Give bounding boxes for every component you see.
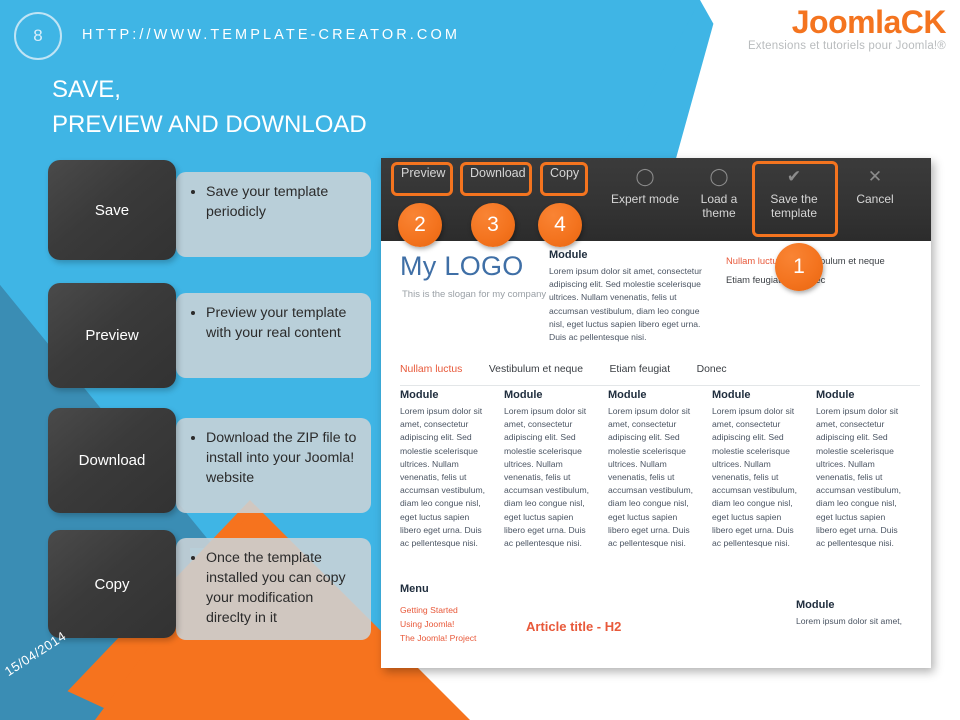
top-nav-item-2[interactable]: Etiam feugiat [726, 271, 781, 289]
module-column: Module Lorem ipsum dolor sit amet, conse… [712, 389, 804, 550]
step-preview-box[interactable]: Preview [48, 283, 176, 388]
page-number-badge: 8 [14, 12, 62, 60]
module-title: Module [400, 389, 439, 401]
callout-badge-number: 1 [793, 255, 805, 278]
module-column: Module Lorem ipsum dolor sit amet, conse… [504, 389, 596, 550]
close-icon: ✕ [867, 167, 883, 186]
module-body: Lorem ipsum dolor sit amet, consectetur … [549, 266, 702, 343]
module-title: Module [504, 389, 543, 401]
menu-link-0[interactable]: Getting Started [400, 603, 520, 617]
highlight-save-template [752, 161, 838, 237]
module-title: Module [712, 389, 751, 401]
step-save-note: Save your template periodicly [176, 172, 371, 257]
template-preview: My LOGO This is the slogan for my compan… [381, 241, 931, 668]
menu-link-1[interactable]: Using Joomla! [400, 617, 520, 631]
toolbar-item-label: Expert mode [610, 192, 680, 206]
toolbar-expert-mode-button[interactable]: ◯ Expert mode [609, 164, 681, 206]
main-nav-item-1[interactable]: Vestibulum et neque [489, 361, 583, 379]
module-body: Lorem ipsum dolor sit amet, [796, 616, 903, 626]
step-label: Save [94, 201, 130, 219]
template-slogan: This is the slogan for my company [402, 289, 547, 300]
step-label: Download [78, 452, 146, 469]
highlight-download [460, 162, 532, 196]
callout-badge-4: 4 [538, 203, 582, 247]
step-note-text: Preview your template with your real con… [206, 303, 359, 343]
app-toolbar: Preview Download Copy ◯ Expert mode ◯ Lo… [381, 158, 931, 241]
template-logo: My LOGO [400, 251, 524, 281]
main-nav-item-0[interactable]: Nullam luctus [400, 361, 462, 379]
top-nav-item-0[interactable]: Nullam luctus [726, 252, 782, 270]
slide-root: 8 HTTP://WWW.TEMPLATE-CREATOR.COM SAVE, … [0, 0, 960, 720]
page-title-line1: SAVE, [52, 76, 121, 103]
brand-logo-text: JoomlaCK [791, 4, 947, 40]
step-save-box[interactable]: Save [48, 160, 176, 260]
step-preview-note: Preview your template with your real con… [176, 293, 371, 378]
module-title: Module [549, 249, 588, 261]
toolbar-load-theme-button[interactable]: ◯ Load a theme [683, 164, 755, 220]
module-title: Module [796, 599, 835, 611]
module-body: Lorem ipsum dolor sit amet, consectetur … [712, 406, 798, 549]
main-nav-item-3[interactable]: Donec [697, 361, 727, 379]
template-module-columns: Module Lorem ipsum dolor sit amet, conse… [400, 389, 920, 550]
template-top-module: Module Lorem ipsum dolor sit amet, conse… [549, 249, 714, 344]
brand-logo-tagline: Extensions et tutoriels pour Joomla!® [747, 40, 946, 52]
site-url: HTTP://WWW.TEMPLATE-CREATOR.COM [82, 27, 461, 43]
module-body: Lorem ipsum dolor sit amet, consectetur … [504, 406, 590, 549]
module-column: Module Lorem ipsum dolor sit amet, conse… [400, 389, 492, 550]
step-download-box[interactable]: Download [48, 408, 176, 513]
step-copy-box[interactable]: Copy [48, 530, 176, 638]
toolbar-item-label: Cancel [856, 192, 894, 206]
menu-heading: Menu [400, 583, 429, 595]
step-download-note: Download the ZIP file to install into yo… [176, 418, 371, 513]
main-nav-item-2[interactable]: Etiam feugiat [609, 361, 670, 379]
template-menu-module: Menu Getting Started Using Joomla! The J… [400, 583, 520, 645]
step-copy-note: Once the template installed you can copy… [176, 538, 371, 640]
template-bottom-module: Module Lorem ipsum dolor sit amet, [796, 599, 916, 628]
module-body: Lorem ipsum dolor sit amet, consectetur … [816, 406, 902, 549]
module-title: Module [816, 389, 855, 401]
step-note-text: Download the ZIP file to install into yo… [206, 428, 359, 488]
step-note-text: Once the template installed you can copy… [206, 548, 359, 628]
callout-badge-2: 2 [398, 203, 442, 247]
toolbar-cancel-button[interactable]: ✕ Cancel [839, 164, 911, 206]
module-column: Module Lorem ipsum dolor sit amet, conse… [816, 389, 908, 550]
template-article-title: Article title - H2 [526, 619, 622, 634]
callout-badge-number: 2 [414, 213, 426, 236]
step-note-text: Save your template periodicly [206, 182, 359, 222]
module-column: Module Lorem ipsum dolor sit amet, conse… [608, 389, 700, 550]
step-label: Preview [85, 327, 139, 344]
circle-icon: ◯ [709, 167, 729, 186]
menu-link-2[interactable]: The Joomla! Project [400, 631, 520, 645]
circle-icon: ◯ [635, 167, 655, 186]
highlight-copy [540, 162, 588, 196]
page-title-line2: PREVIEW AND DOWNLOAD [52, 111, 367, 138]
step-label: Copy [94, 575, 130, 593]
module-body: Lorem ipsum dolor sit amet, consectetur … [608, 406, 694, 549]
callout-badge-1: 1 [775, 243, 823, 291]
brand-logo: JoomlaCK Extensions et tutoriels pour Jo… [696, 4, 947, 53]
page-title: SAVE, PREVIEW AND DOWNLOAD [52, 72, 367, 142]
callout-badge-3: 3 [471, 203, 515, 247]
app-screenshot: Preview Download Copy ◯ Expert mode ◯ Lo… [381, 158, 931, 668]
callout-badge-number: 4 [554, 213, 566, 236]
callout-badge-number: 3 [487, 213, 499, 236]
module-body: Lorem ipsum dolor sit amet, consectetur … [400, 406, 486, 549]
highlight-preview [391, 162, 453, 196]
template-main-nav: Nullam luctus Vestibulum et neque Etiam … [400, 359, 920, 386]
module-title: Module [608, 389, 647, 401]
toolbar-item-label: Load a theme [700, 192, 738, 220]
